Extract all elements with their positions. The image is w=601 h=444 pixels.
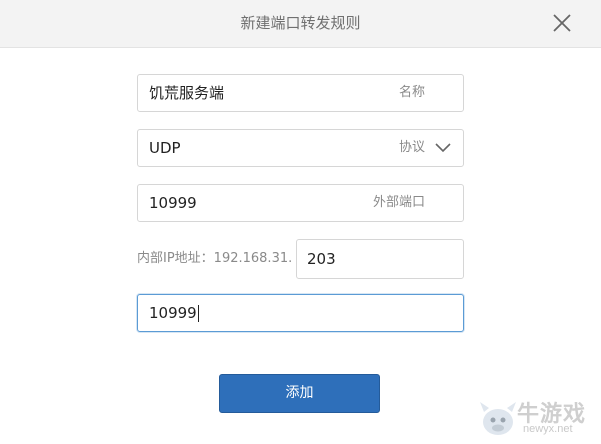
port-forward-dialog: 新建端口转发规则 饥荒服务端 名称 UDP 协议 10999 外部端口 内部IP… xyxy=(0,0,601,444)
dialog-titlebar: 新建端口转发规则 xyxy=(0,0,601,48)
chevron-down-icon xyxy=(435,143,451,153)
external-port-label: 外部端口 xyxy=(372,195,425,210)
internal-ip-value: 203 xyxy=(307,250,336,268)
rule-name-value: 饥荒服务端 xyxy=(149,84,225,102)
watermark-site: newyx.net xyxy=(523,423,573,435)
close-icon xyxy=(553,14,571,32)
internal-ip-label: 内部IP地址：192.168.31. xyxy=(137,251,293,266)
internal-port-value-wrap: 10999 xyxy=(149,295,199,331)
internal-port-value: 10999 xyxy=(149,304,197,322)
cow-mascot-icon xyxy=(480,402,516,435)
protocol-label: 协议 xyxy=(398,140,425,155)
external-port-field[interactable]: 10999 外部端口 xyxy=(137,184,464,222)
protocol-value: UDP xyxy=(149,139,181,157)
internal-ip-field[interactable]: 203 xyxy=(296,239,464,279)
rule-name-field[interactable]: 饥荒服务端 名称 xyxy=(137,74,464,112)
text-cursor xyxy=(197,305,199,322)
watermark-logo: 牛游戏 newyx.net xyxy=(476,396,598,440)
dialog-title: 新建端口转发规则 xyxy=(240,14,361,32)
external-port-value: 10999 xyxy=(149,194,197,212)
close-button[interactable] xyxy=(551,12,573,34)
rule-name-label: 名称 xyxy=(398,85,425,100)
internal-port-field[interactable]: 10999 xyxy=(137,294,464,332)
add-button[interactable]: 添加 xyxy=(219,374,380,413)
protocol-select[interactable]: UDP 协议 xyxy=(137,129,464,167)
